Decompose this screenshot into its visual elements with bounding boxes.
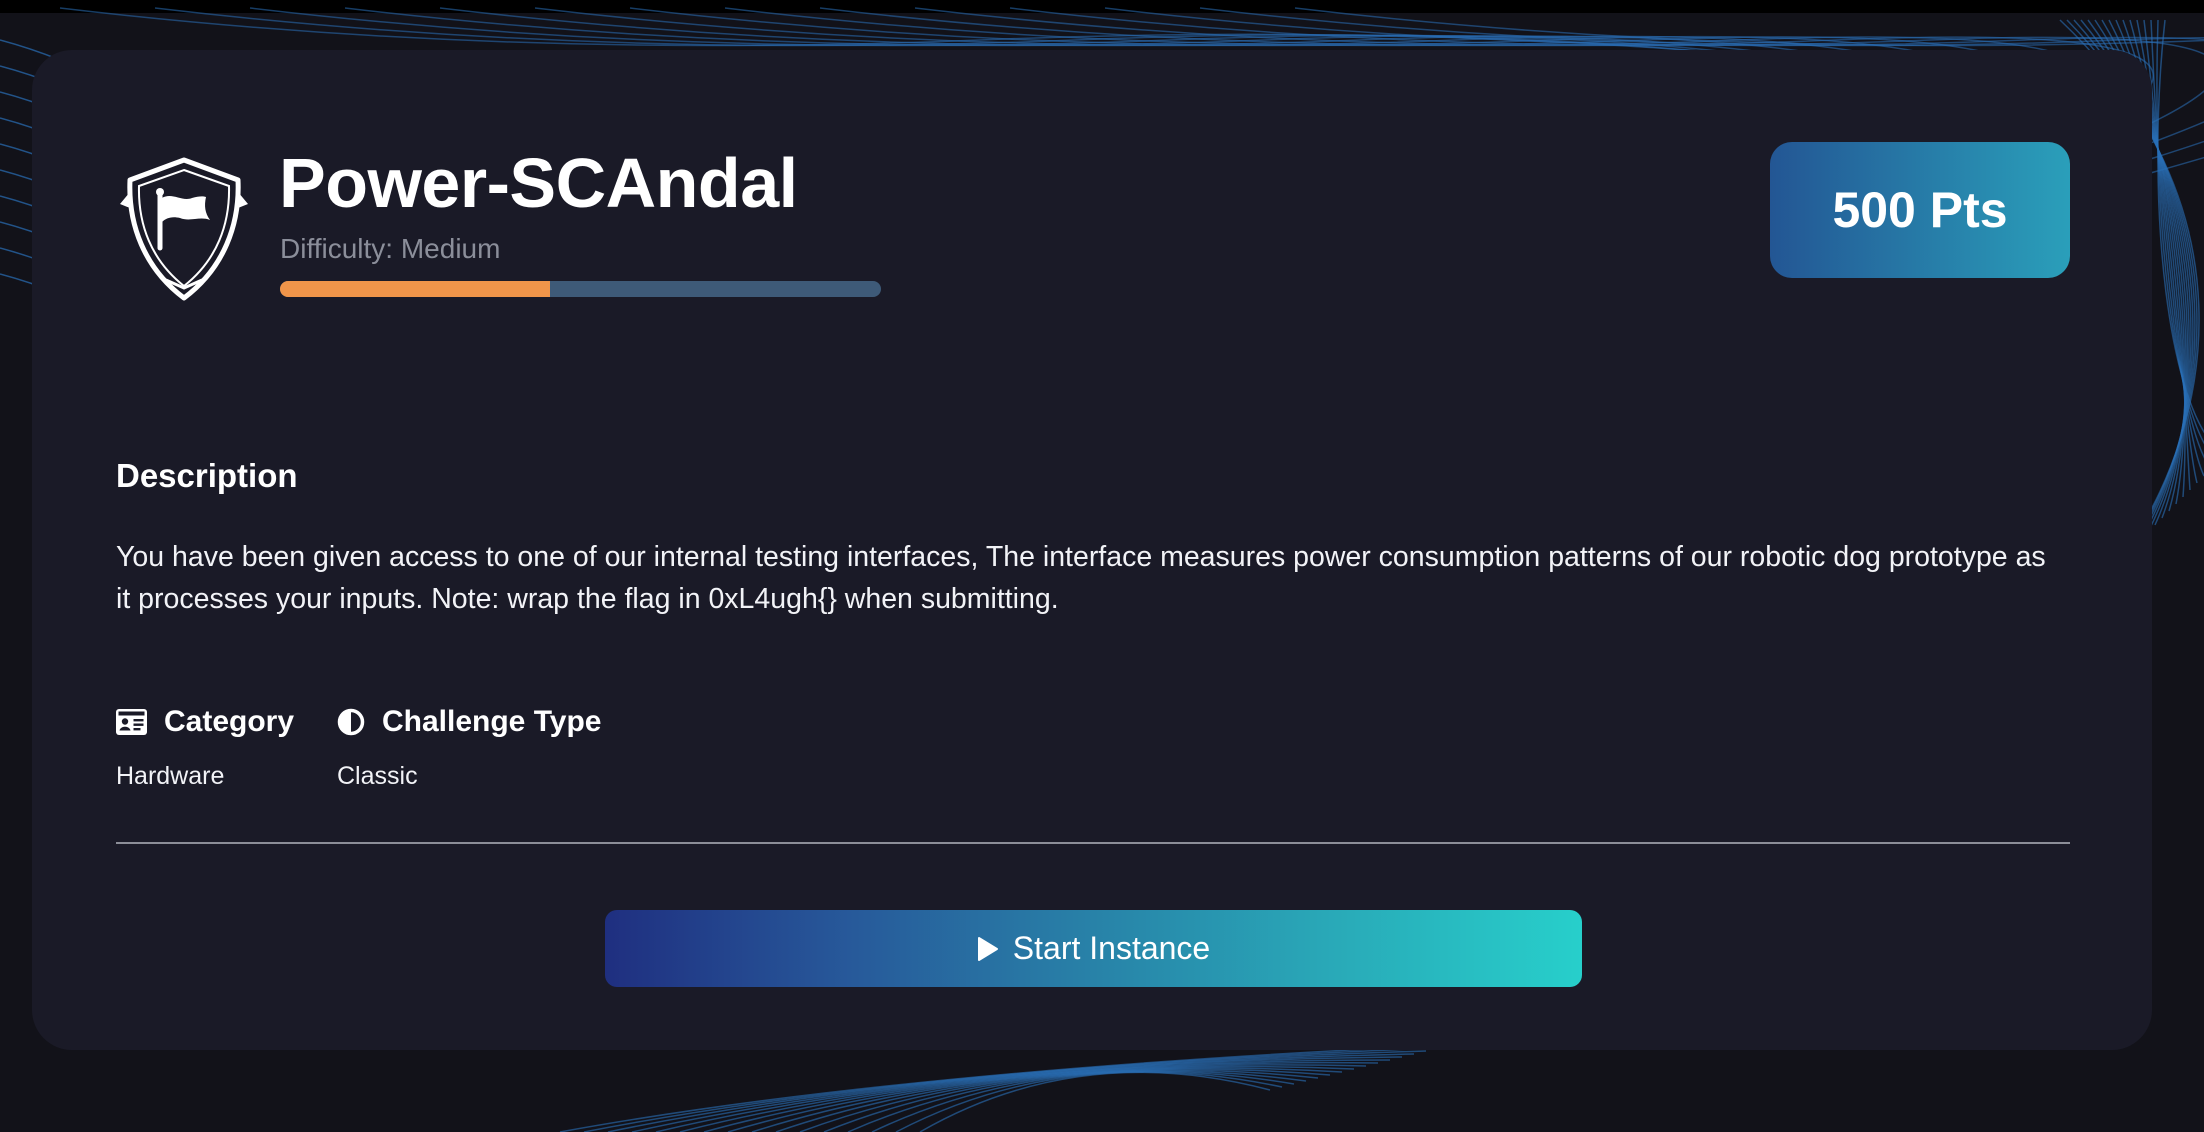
description-text: You have been given access to one of our… [116,541,2046,615]
shield-flag-icon [120,157,248,301]
id-card-icon [116,709,147,735]
challenge-type-value: Classic [337,762,418,790]
play-icon [977,936,998,961]
start-instance-label: Start Instance [1012,930,1211,966]
difficulty-bar-fill [280,281,551,297]
category-value: Hardware [116,762,225,790]
challenge-type-label-text: Challenge Type [382,705,602,738]
challenge-type-label: Challenge Type [337,702,602,742]
start-instance-button[interactable]: Start Instance [605,910,1582,987]
difficulty-label: Difficulty: Medium [280,233,501,264]
category-label: Category [116,702,294,742]
half-circle-icon [337,708,365,736]
challenge-card: Power-SCAndal Difficulty: Medium 500 Pts… [32,50,2152,1050]
category-label-text: Category [164,705,295,738]
challenge-title: Power-SCAndal [279,144,798,222]
difficulty-bar [280,281,881,297]
divider [116,842,2070,844]
description-heading: Description [116,457,298,494]
points-badge: 500 Pts [1770,142,2070,278]
